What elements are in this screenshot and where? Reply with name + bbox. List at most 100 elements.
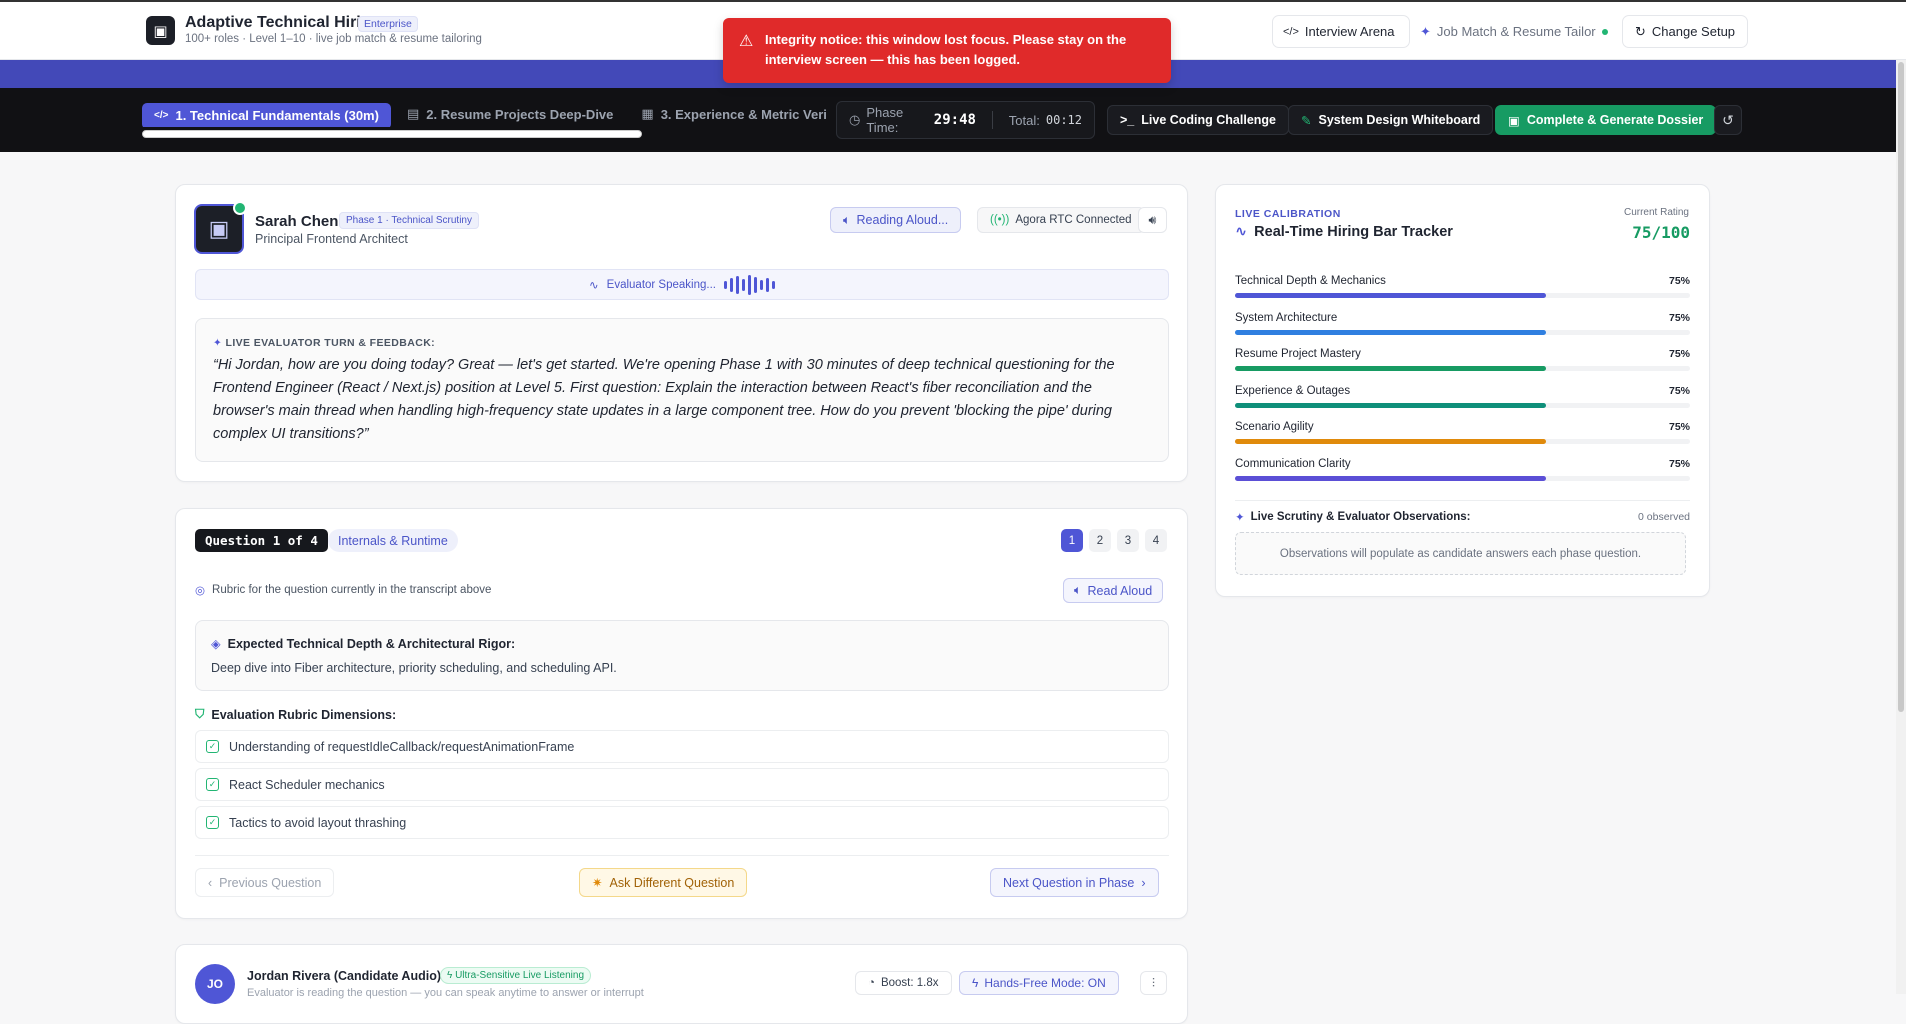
boost-control[interactable]: ◔ Boost: 1.8x (855, 971, 952, 995)
shield-check-icon: ⛉ (195, 707, 205, 721)
metric-fill (1235, 366, 1546, 371)
status-dot (1601, 28, 1608, 35)
question-page-2[interactable]: 2 (1089, 529, 1111, 552)
rubric-dimension: ✓ Tactics to avoid layout thrashing (195, 806, 1169, 839)
activity-icon: ∿ (589, 279, 599, 292)
candidate-avatar: JO (195, 964, 235, 1004)
metric-track (1235, 475, 1690, 481)
feedback-label-text: LIVE EVALUATOR TURN & FEEDBACK: (225, 337, 436, 349)
reset-button[interactable]: ↺ (1714, 105, 1742, 135)
boost-label: Boost: 1.8x (880, 977, 939, 989)
previous-question-label: Previous Question (219, 875, 322, 890)
rubric-dimension: ✓ React Scheduler mechanics (195, 768, 1169, 801)
expected-title-text: Expected Technical Depth & Architectural… (227, 636, 516, 651)
document-icon: ▤ (406, 106, 420, 121)
metric-percent: 75% (1668, 311, 1690, 324)
question-page-3[interactable]: 3 (1117, 529, 1139, 552)
speaker-icon: 🔈︎ (1074, 583, 1082, 597)
mode-switcher: </> Interview Arena (1272, 15, 1410, 48)
alert-text: Integrity notice: this window lost focus… (765, 32, 1127, 67)
nav-job-match[interactable]: ✦ Job Match & Resume Tailor (1410, 16, 1618, 47)
metric-fill (1235, 475, 1546, 481)
metric-percent: 75% (1668, 384, 1690, 397)
evaluator-feedback: ✦ LIVE EVALUATOR TURN & FEEDBACK: “Hi Jo… (195, 318, 1169, 462)
activity-icon: ∿ (1235, 224, 1248, 240)
read-aloud-button[interactable]: 🔈︎ Read Aloud (1063, 578, 1164, 603)
metric-percent: 75% (1668, 348, 1690, 360)
check-icon: ✓ (206, 740, 219, 753)
metric-label: System Architecture (1235, 311, 1338, 324)
nav-job-match-label: Job Match & Resume Tailor (1436, 24, 1596, 39)
rtc-status-label: Agora RTC Connected (1015, 214, 1132, 226)
nav-interview-arena[interactable]: </> Interview Arena (1273, 16, 1405, 47)
metric-fill (1235, 402, 1546, 408)
current-rating-value: 75/100 (1632, 223, 1690, 242)
expected-text: Deep dive into Fiber architecture, prior… (211, 661, 617, 675)
question-page-4[interactable]: 4 (1145, 529, 1167, 552)
sparkle-icon: ✦ (213, 337, 226, 349)
next-question-button[interactable]: Next Question in Phase › (990, 868, 1159, 897)
system-design-button[interactable]: ✎ System Design Whiteboard (1288, 105, 1494, 135)
tab-experience-metrics[interactable]: ▦ 3. Experience & Metric Verification (629, 101, 826, 127)
rubric-intro-text: Rubric for the question currently in the… (212, 584, 492, 596)
rubric-dimensions-title-text: Evaluation Rubric Dimensions: (211, 707, 397, 722)
app-logo-icon: ▣ (146, 16, 175, 45)
hands-free-toggle[interactable]: ϟ Hands-Free Mode: ON (959, 971, 1119, 995)
audio-waveform (723, 274, 775, 295)
tab-technical-fundamentals[interactable]: </> 1. Technical Fundamentals (30m) (142, 102, 391, 127)
phase-timer: ◷ Phase Time: 29:48 Total: 00:12 (836, 101, 1095, 139)
rubric-intro: ◎ Rubric for the question currently in th… (195, 583, 491, 597)
hands-free-label: Hands-Free Mode: ON (984, 976, 1106, 990)
page-scrollbar-thumb[interactable] (1898, 62, 1904, 712)
observations-empty-state: Observations will populate as candidate … (1235, 532, 1686, 575)
app-title: Adaptive Technical Hiring (185, 14, 381, 31)
change-setup-button[interactable]: ↻ Change Setup (1622, 15, 1749, 48)
tab-resume-projects[interactable]: ▤ 2. Resume Projects Deep-Dive (395, 101, 625, 127)
metric-percent: 75% (1668, 421, 1690, 433)
app-subtitle: 100+ roles · Level 1–10 · live job match… (185, 33, 482, 45)
complete-dossier-button[interactable]: ▣ Complete & Generate Dossier (1495, 105, 1717, 135)
metric-track (1235, 366, 1690, 371)
live-coding-label: Live Coding Challenge (1141, 113, 1277, 127)
file-check-icon: ▣ (1508, 113, 1520, 128)
live-coding-button[interactable]: >_ Live Coding Challenge (1107, 105, 1290, 135)
rubric-dimension-text: Understanding of requestIdleCallback/req… (229, 739, 575, 754)
audio-settings-button[interactable]: ⫶ (1140, 971, 1167, 995)
reading-aloud-label: Reading Aloud... (856, 213, 949, 227)
chevron-left-icon: ‹ (208, 875, 213, 890)
calibration-title: ∿ Real-Time Hiring Bar Tracker (1235, 224, 1453, 240)
phase-pill: Phase 1 · Technical Scrutiny (339, 212, 479, 229)
metric-label: Technical Depth & Mechanics (1235, 275, 1386, 287)
speaking-indicator: ∿ Evaluator Speaking... (195, 269, 1169, 300)
metric-track (1235, 293, 1690, 298)
warning-icon: ⚠ (739, 33, 754, 50)
briefcase-icon: ▦ (641, 106, 654, 121)
listening-label: Ultra-Sensitive Live Listening (455, 970, 585, 981)
reading-aloud-button[interactable]: 🔈︎ Reading Aloud... (830, 207, 962, 233)
question-divider (195, 855, 1169, 856)
bolt-icon: ϟ (447, 970, 456, 981)
ask-different-question-label: Ask Different Question (609, 875, 735, 890)
metric-label: Communication Clarity (1235, 457, 1351, 470)
tabs-scrollbar[interactable] (142, 130, 642, 138)
volume-button[interactable]: 🔊︎ (1138, 207, 1167, 233)
metric-track (1235, 439, 1690, 444)
previous-question-button[interactable]: ‹ Previous Question (195, 868, 335, 897)
metric-row: Technical Depth & Mechanics 75% (1235, 275, 1690, 305)
question-category: Internals & Runtime (328, 529, 458, 552)
tab-label: 3. Experience & Metric Verification (660, 106, 826, 122)
current-rating-label: Current Rating (1623, 207, 1689, 218)
question-page-1[interactable]: 1 (1061, 529, 1083, 552)
code-icon: </> (1283, 25, 1299, 38)
speaking-label: Evaluator Speaking... (606, 278, 716, 291)
rtc-status: ((•)) Agora RTC Connected (977, 207, 1145, 233)
tab-label: 2. Resume Projects Deep-Dive (426, 106, 614, 122)
check-icon: ✓ (206, 816, 219, 829)
metric-row: System Architecture 75% (1235, 312, 1690, 342)
ask-different-question-button[interactable]: ✷ Ask Different Question (579, 868, 748, 897)
metric-track (1235, 329, 1690, 335)
gauge-icon: ◔ (868, 977, 875, 989)
expected-depth-box: ◈ Expected Technical Depth & Architectura… (195, 620, 1169, 691)
candidate-name: Jordan Rivera (Candidate Audio) (247, 969, 442, 983)
observations-count: 0 observed (1638, 511, 1690, 523)
